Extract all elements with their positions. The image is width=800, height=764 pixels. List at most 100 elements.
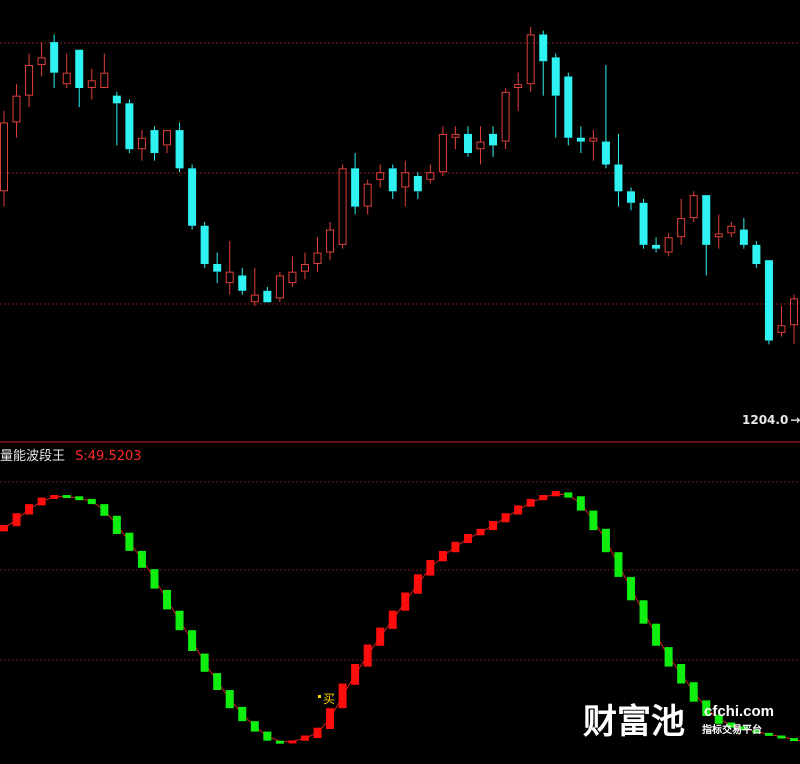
indicator-bar [100,504,109,516]
candle-body-down [601,141,610,165]
indicator-value: S:49.5203 [75,449,141,464]
buy-signal-label: 买 [323,692,335,706]
indicator-bar [188,630,197,651]
candle-body-up [137,137,146,150]
candle-body-up [476,141,485,150]
candle-body-up [401,172,410,188]
candle-body-up [313,252,322,265]
candle-body-up [326,229,335,253]
indicator-bar [463,534,472,544]
indicator-bar [150,569,159,589]
indicator-bar [376,627,385,646]
candle-body-up [0,122,8,192]
indicator-bar [501,513,510,523]
indicator-bar [426,560,435,576]
candle-body-up [100,72,109,89]
candle-body-down [752,244,761,264]
indicator-bar [489,521,498,531]
indicator-bar [288,740,297,744]
candle-body-down [702,195,711,245]
candle-body-up [275,275,284,299]
indicator-bar [200,653,209,672]
candle-body-up [438,133,447,173]
candle-body-down [614,164,623,192]
watermark-brand: 财富池 [583,702,685,742]
last-price-arrow-icon: → [790,413,800,427]
indicator-bar [413,574,422,594]
indicator-bar [300,735,309,741]
indicator-title: 量能波段王 S:49.5203 [0,449,142,464]
indicator-bar [225,690,234,709]
indicator-bar [576,496,585,511]
candle-body-down [50,42,59,73]
indicator-bar [351,664,360,685]
candle-body-up [62,72,71,85]
candle-body-down [75,49,84,88]
candle-body-down [213,264,222,272]
indicator-bar [601,528,610,553]
indicator-bar [551,491,560,497]
watermark: 财富池 cfchi.com 指标交易平台 [583,702,774,742]
candle-body-down [639,202,648,245]
indicator-bar [37,497,46,506]
indicator-bar [564,492,573,498]
candle-body-down [188,168,197,226]
indicator-bar [652,623,661,646]
candle-body-down [263,290,272,303]
indicator-bar [275,740,284,744]
indicator-bar [213,673,222,690]
indicator-bar [589,510,598,531]
indicator-bar [0,524,8,532]
indicator-bar [250,721,259,732]
indicator-bar [112,515,121,534]
indicator-bar [62,495,71,498]
candle-body-up [451,133,460,138]
indicator-bar [614,552,623,577]
indicator-bar [163,589,172,610]
watermark-url: cfchi.com [704,703,774,720]
candle-body-up [37,57,46,66]
candle-body-up [225,271,234,284]
indicator-bar [764,732,773,736]
indicator-bar [12,513,21,527]
candle-body-down [539,34,548,62]
indicator-bar [777,735,786,739]
last-price-value: 1204.0 [742,413,788,427]
candle-body-up [526,34,535,85]
indicator-bar [514,505,523,515]
indicator-bar [263,731,272,741]
candle-body-up [501,91,510,142]
candle-body-down [388,168,397,192]
indicator-bar [137,550,146,568]
indicator-bar [238,706,247,722]
candle-body-down [112,95,121,104]
indicator-bar [451,541,460,553]
indicator-bar [75,496,84,501]
candle-body-up [689,195,698,219]
candle-body-down [150,130,159,154]
indicator-bar [338,683,347,709]
candle-body-down [238,275,247,291]
candle-body-up [727,225,736,234]
candle-body-down [551,57,560,96]
candle-body-up [87,80,96,88]
candle-body-up [790,298,799,326]
indicator-bar [125,532,134,551]
last-price-label: 1204.0 → [742,413,800,427]
indicator-bar [363,644,372,667]
indicator-bar [664,647,673,667]
candle-body-up [426,172,435,180]
candle-body-down [627,191,635,203]
indicator-bar [388,610,397,629]
candle-body-up [677,218,686,238]
candle-body-up [777,325,786,333]
indicator-bar [677,664,686,684]
buy-signal: 买 [318,692,335,706]
candle-body-down [413,176,422,192]
candle-body-up [250,294,259,303]
candle-body-up [589,137,598,142]
candle-body-up [376,172,385,180]
candle-body-down [463,133,472,154]
candle-body-up [163,130,172,146]
indicator-bar [438,550,447,562]
